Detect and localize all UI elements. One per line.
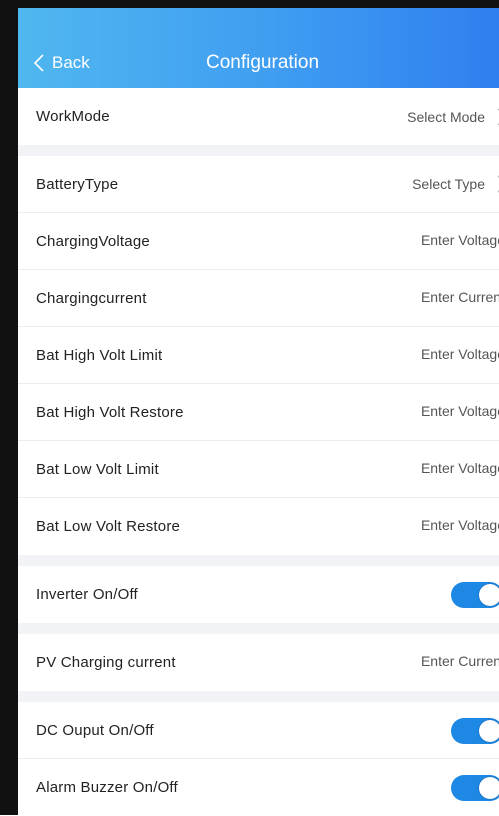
bat-low-volt-restore-label: Bat Low Volt Restore (36, 518, 181, 535)
bat-low-volt-limit-input[interactable]: Enter Voltage (421, 460, 499, 476)
inverter-row: Inverter On/Off (18, 566, 499, 623)
toggle-knob (479, 777, 499, 799)
inverter-label: Inverter On/Off (36, 586, 138, 603)
batterytype-row[interactable]: BatteryType Select Type (18, 156, 499, 213)
bat-high-volt-limit-input[interactable]: Enter Voltage (421, 346, 499, 362)
section-gap (18, 691, 499, 702)
dc-output-label: DC Ouput On/Off (36, 721, 154, 739)
section-gap (18, 623, 499, 634)
alarm-buzzer-toggle[interactable] (451, 775, 499, 801)
dc-output-toggle[interactable] (451, 718, 499, 744)
bat-high-volt-restore-label: Bat High Volt Restore (36, 403, 184, 421)
charging-current-label: Chargingcurrent (36, 289, 147, 307)
chevron-left-icon (34, 54, 44, 72)
toggle-knob (479, 720, 499, 742)
charging-voltage-row: ChargingVoltage Enter Voltage (18, 213, 499, 270)
toggle-knob (479, 584, 499, 606)
bat-high-volt-limit-label: Bat High Volt Limit (36, 346, 163, 364)
inverter-toggle[interactable] (451, 582, 499, 608)
charging-voltage-input[interactable]: Enter Voltage (421, 232, 499, 248)
section-gap (18, 145, 499, 156)
section-gap (18, 555, 499, 566)
settings-list: WorkMode Select Mode BatteryType Select … (18, 88, 499, 816)
batterytype-label: BatteryType (36, 175, 119, 193)
workmode-label: WorkMode (36, 108, 110, 125)
bat-high-volt-restore-input[interactable]: Enter Voltage (421, 403, 499, 419)
bat-high-volt-restore-row: Bat High Volt Restore Enter Voltage (18, 384, 499, 441)
bat-low-volt-restore-row: Bat Low Volt Restore Enter Voltage (18, 498, 499, 555)
page-title: Configuration (206, 52, 320, 73)
bat-low-volt-limit-row: Bat Low Volt Limit Enter Voltage (18, 441, 499, 498)
batterytype-value: Select Type (412, 176, 485, 192)
pv-charging-current-input[interactable]: Enter Current (421, 653, 499, 669)
back-button[interactable]: Back (34, 52, 90, 74)
charging-voltage-label: ChargingVoltage (36, 232, 150, 250)
bat-low-volt-limit-label: Bat Low Volt Limit (36, 460, 159, 478)
alarm-buzzer-row: Alarm Buzzer On/Off (18, 759, 499, 816)
dc-output-row: DC Ouput On/Off (18, 702, 499, 759)
workmode-row[interactable]: WorkMode Select Mode (18, 88, 499, 145)
bat-high-volt-limit-row: Bat High Volt Limit Enter Voltage (18, 327, 499, 384)
alarm-buzzer-label: Alarm Buzzer On/Off (36, 779, 178, 796)
charging-current-input[interactable]: Enter Current (421, 289, 499, 305)
pv-charging-current-label: PV Charging current (36, 654, 176, 671)
back-label: Back (52, 53, 90, 72)
bat-low-volt-restore-input[interactable]: Enter Voltage (421, 517, 499, 533)
workmode-value-wrap: Select Mode (407, 108, 499, 126)
app-header: Back Configuration (18, 8, 499, 88)
charging-current-row: Chargingcurrent Enter Current (18, 270, 499, 327)
workmode-value: Select Mode (407, 108, 485, 125)
pv-charging-current-row: PV Charging current Enter Current (18, 634, 499, 691)
batterytype-value-wrap: Select Type (412, 175, 499, 193)
